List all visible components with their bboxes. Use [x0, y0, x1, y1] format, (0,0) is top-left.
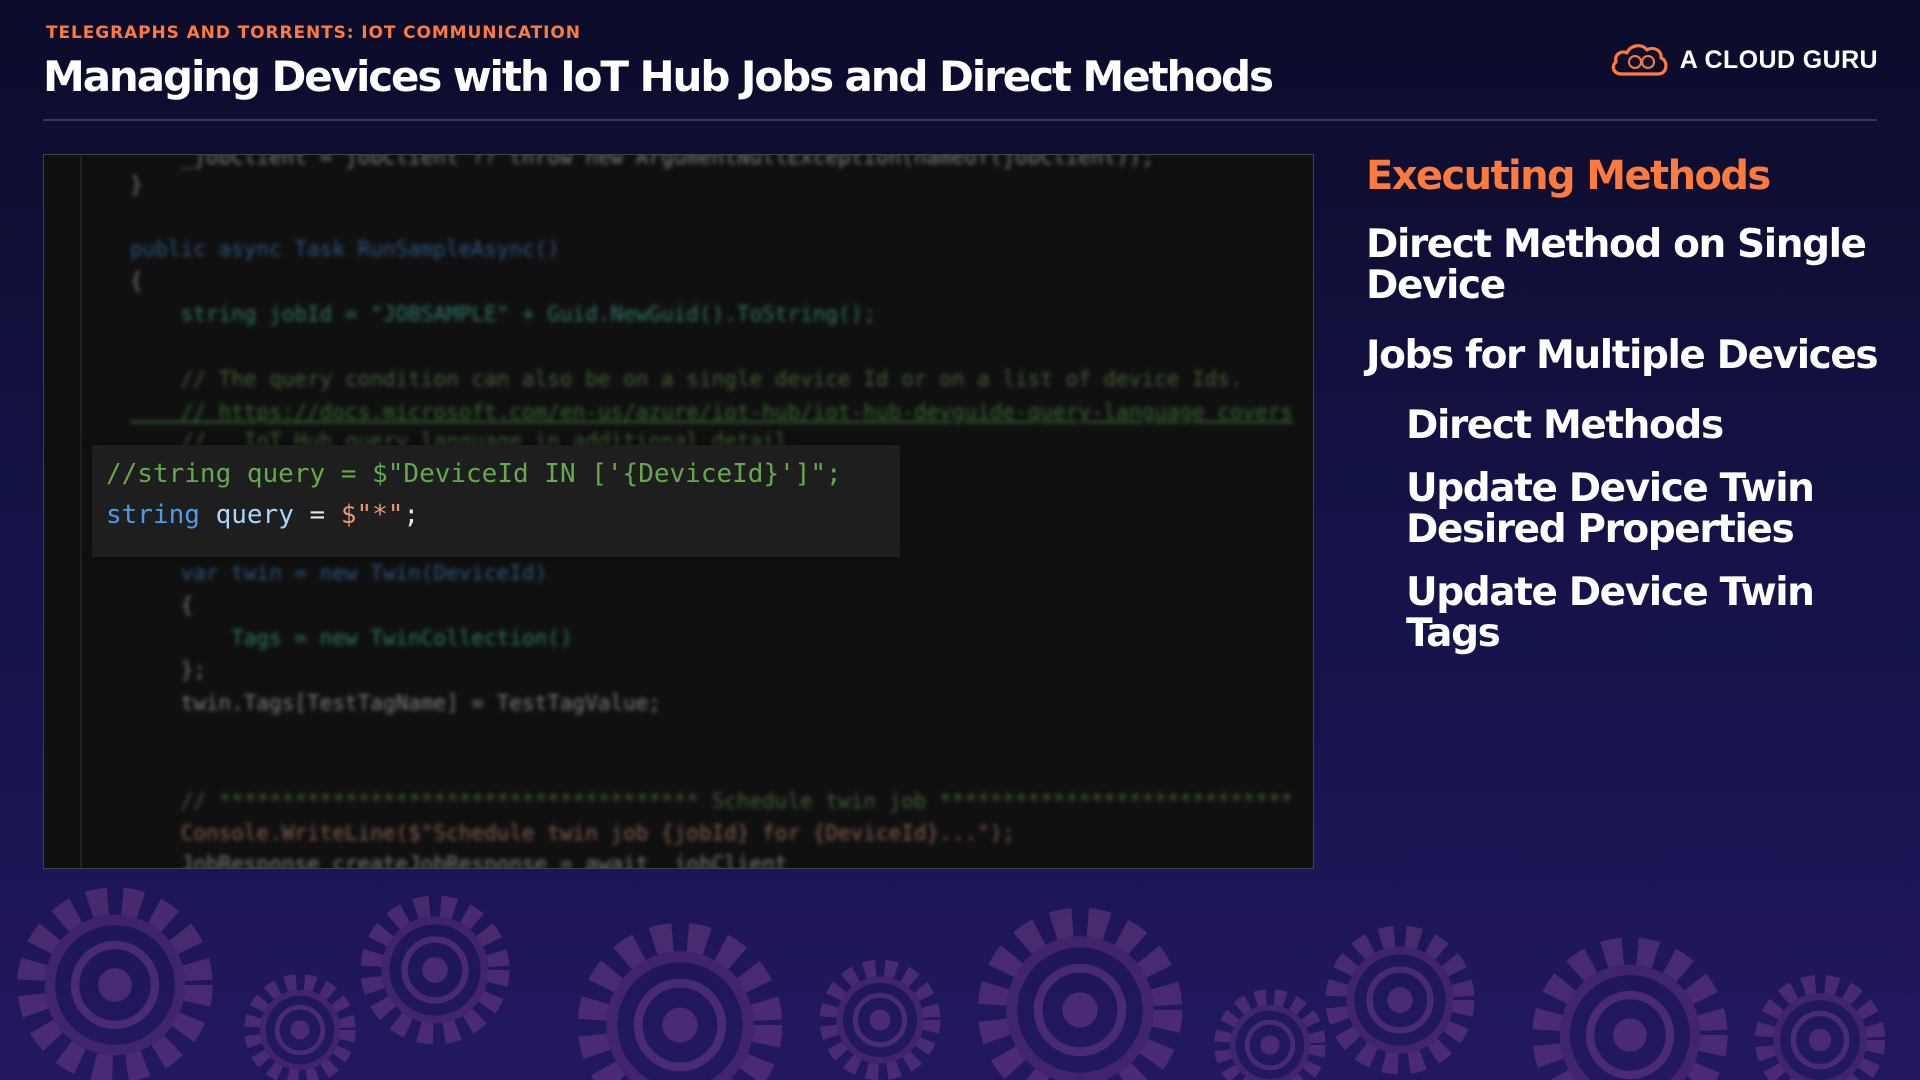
code-line: twin.Tags[TestTagName] = TestTagValue;: [130, 691, 662, 715]
code-line: }: [130, 173, 143, 197]
outline-subitem: Update Device Twin Desired Properties: [1406, 466, 1815, 552]
code-line: {: [130, 269, 143, 293]
outline-subitem: Update Device Twin Tags: [1406, 570, 1815, 656]
gears-decoration: [0, 860, 1920, 1080]
highlighted-code-line: //string query = $"DeviceId IN ['{Device…: [106, 459, 842, 489]
outline-subitem: Direct Methods: [1406, 403, 1724, 448]
outline-heading: Executing Methods: [1366, 153, 1771, 199]
code-line: };: [130, 658, 206, 682]
slide-outline: Executing Methods Direct Method on Singl…: [1366, 154, 1886, 676]
lesson-subtitle: TELEGRAPHS AND TORRENTS: IOT COMMUNICATI…: [46, 23, 581, 43]
code-line: {: [130, 593, 194, 617]
slide-title: Managing Devices with IoT Hub Jobs and D…: [43, 52, 1274, 101]
brand-logo-text: A CLOUD GURU: [1679, 45, 1878, 74]
code-line: // https://docs.microsoft.com/en-us/azur…: [130, 400, 1294, 424]
cloud-logo-icon: [1611, 44, 1668, 76]
code-line: _jobClient = jobClient ?? throw new Argu…: [130, 154, 1155, 169]
code-line: public async Task RunSampleAsync(): [130, 237, 560, 261]
outline-item: Jobs for Multiple Devices: [1366, 333, 1879, 378]
code-line: Console.WriteLine($"Schedule twin job {j…: [130, 821, 1016, 845]
header-divider: [43, 119, 1877, 121]
brand-logo: A CLOUD GURU: [1608, 36, 1878, 84]
code-line: Tags = new TwinCollection(): [130, 626, 573, 650]
code-line: string jobId = "JOBSAMPLE" + Guid.NewGui…: [130, 302, 876, 326]
highlighted-code-line: string query = $"*";: [106, 500, 420, 530]
code-line: // *************************************…: [130, 789, 1294, 813]
highlighted-code: //string query = $"DeviceId IN ['{Device…: [92, 445, 900, 557]
code-line: // The query condition can also be on a …: [130, 367, 1243, 391]
code-line: var twin = new Twin(DeviceId): [130, 561, 548, 585]
outline-item: Direct Method on Single Device: [1366, 222, 1867, 308]
code-screenshot: _jobClient = jobClient ?? throw new Argu…: [43, 154, 1314, 869]
